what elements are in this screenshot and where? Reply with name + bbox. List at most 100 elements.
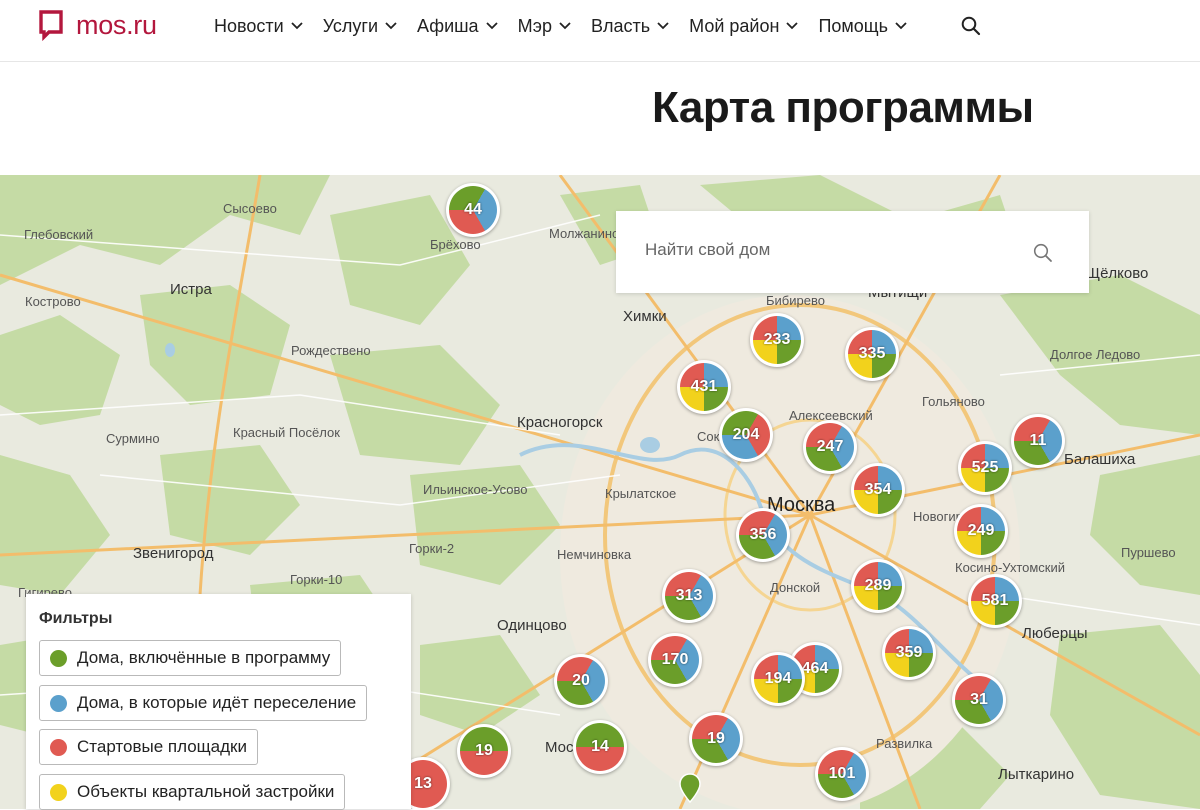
map-cluster[interactable]: 313: [662, 569, 716, 623]
cluster-count: 581: [981, 592, 1009, 609]
place-label: Долгое Ледово: [1050, 347, 1141, 362]
map-cluster[interactable]: 44: [446, 183, 500, 237]
cluster-count: 335: [858, 345, 886, 362]
filter-label: Объекты квартальной застройки: [77, 782, 335, 801]
map-cluster[interactable]: 233: [750, 313, 804, 367]
place-label: Красногорск: [517, 414, 603, 431]
page-title: Карта программы: [652, 83, 1034, 132]
top-header: mos.ru Новости Услуги Афиша Мэр Власть М…: [0, 0, 1200, 62]
nav-label: Власть: [590, 15, 651, 36]
filter-quarter-development[interactable]: Объекты квартальной застройки: [39, 774, 346, 810]
nav-mayor[interactable]: Мэр: [518, 16, 572, 37]
nav-label: Услуги: [322, 15, 379, 36]
cluster-count: 14: [591, 738, 609, 755]
green-dot-icon: [50, 649, 67, 667]
chevron-down-icon: [657, 22, 669, 30]
place-label: Горки-10: [290, 572, 343, 587]
map-cluster[interactable]: 11: [1011, 414, 1065, 468]
map-cluster[interactable]: 359: [882, 626, 936, 680]
map-pin-icon[interactable]: [679, 773, 701, 803]
map-cluster[interactable]: 354: [851, 463, 905, 517]
chevron-down-icon: [485, 22, 498, 30]
place-label: Глебовский: [24, 227, 94, 242]
filter-starting-sites[interactable]: Стартовые площадки: [39, 729, 258, 765]
place-label: Бибирево: [766, 293, 825, 308]
chevron-down-icon: [385, 22, 397, 30]
cluster-count: 19: [707, 730, 725, 747]
cluster-count: 170: [661, 651, 689, 668]
map-cluster[interactable]: 194: [751, 652, 805, 706]
map-cluster[interactable]: 19: [457, 724, 511, 778]
blue-dot-icon: [50, 694, 67, 712]
place-label: Щёлково: [1086, 265, 1149, 282]
filters-panel: Фильтры Дома, включённые в программу Дом…: [26, 594, 411, 810]
map-cluster[interactable]: 19: [689, 712, 743, 766]
place-label: Пуршево: [1121, 545, 1176, 560]
chevron-down-icon: [895, 22, 907, 30]
cluster-count: 20: [572, 672, 590, 689]
map-cluster[interactable]: 247: [803, 420, 857, 474]
map-cluster[interactable]: 581: [968, 574, 1022, 628]
cluster-count: 359: [895, 644, 923, 661]
place-label: Сурмино: [106, 431, 160, 446]
cluster-count: 313: [675, 587, 703, 604]
filters-title: Фильтры: [39, 610, 113, 627]
house-search-box: [616, 211, 1089, 293]
filter-included-houses[interactable]: Дома, включённые в программу: [39, 640, 342, 676]
map-cluster[interactable]: 170: [648, 633, 702, 687]
search-icon[interactable]: [961, 16, 981, 36]
place-label: Ильинское-Усово: [423, 482, 528, 497]
map-cluster[interactable]: 14: [573, 720, 627, 774]
nav-afisha[interactable]: Афиша: [417, 16, 499, 37]
map-cluster[interactable]: 289: [851, 559, 905, 613]
chevron-down-icon: [559, 22, 571, 30]
place-label: Горки-2: [409, 541, 455, 556]
place-label: Крылатское: [605, 486, 677, 501]
place-label: Молжанино: [549, 226, 620, 241]
filter-label: Дома, включённые в программу: [77, 648, 331, 667]
map-cluster[interactable]: 431: [677, 360, 731, 414]
mos-ru-logo[interactable]: mos.ru: [38, 9, 157, 41]
cluster-count: 101: [828, 765, 856, 782]
map-cluster[interactable]: 525: [958, 441, 1012, 495]
nav-label: Помощь: [818, 15, 888, 36]
map-cluster[interactable]: 31: [952, 673, 1006, 727]
map-cluster[interactable]: 335: [845, 327, 899, 381]
place-label: Красный Посёлок: [233, 425, 340, 440]
map-cluster[interactable]: 20: [554, 654, 608, 708]
place-label: Косино-Ухтомский: [955, 560, 1066, 575]
map-cluster[interactable]: 101: [815, 747, 869, 801]
place-label: Лыткарино: [998, 766, 1075, 783]
nav-government[interactable]: Власть: [591, 16, 670, 37]
place-label: Рождествено: [291, 343, 371, 358]
nav-label: Афиша: [417, 15, 479, 36]
cluster-count: 289: [864, 577, 892, 594]
place-label: Балашиха: [1064, 451, 1136, 468]
place-label: Гольяново: [922, 394, 985, 409]
search-icon[interactable]: [1033, 243, 1053, 263]
chevron-down-icon: [786, 22, 799, 30]
cluster-count: 11: [1029, 432, 1047, 449]
nav-news[interactable]: Новости: [214, 16, 304, 37]
yellow-dot-icon: [50, 783, 67, 801]
map-cluster[interactable]: 249: [954, 504, 1008, 558]
chevron-down-icon: [291, 22, 303, 30]
main-nav: Новости Услуги Афиша Мэр Власть Мой райо…: [214, 0, 927, 52]
cluster-count: 354: [864, 481, 892, 498]
place-label: Одинцово: [497, 617, 567, 634]
nav-help[interactable]: Помощь: [818, 16, 908, 37]
map-cluster[interactable]: 356: [736, 508, 790, 562]
filter-resettlement-houses[interactable]: Дома, в которые идёт переселение: [39, 685, 368, 721]
map-cluster[interactable]: 204: [719, 408, 773, 462]
place-label: Звенигород: [133, 545, 214, 562]
nav-my-district[interactable]: Мой район: [689, 16, 799, 37]
logo-text: mos.ru: [76, 9, 157, 40]
nav-services[interactable]: Услуги: [323, 16, 398, 37]
place-label: Немчиновка: [557, 547, 632, 562]
cluster-count: 356: [749, 526, 777, 543]
house-search-input[interactable]: [645, 240, 1025, 260]
cluster-count: 525: [971, 459, 999, 476]
filter-label: Стартовые площадки: [77, 737, 247, 756]
red-dot-icon: [50, 738, 67, 756]
place-label: Сысоево: [223, 201, 277, 216]
